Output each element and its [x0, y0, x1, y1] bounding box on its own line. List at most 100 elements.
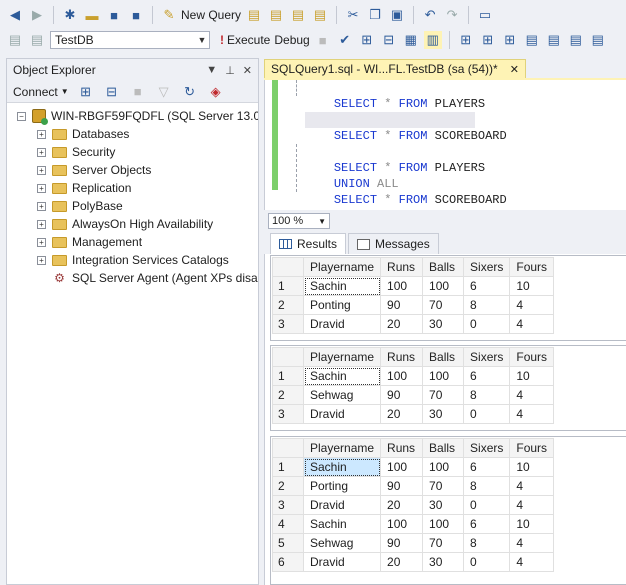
stop-icon[interactable]: ■ — [314, 31, 332, 49]
query-options-icon[interactable]: ⊞ — [501, 31, 519, 49]
query-options-icon[interactable]: ⊞ — [479, 31, 497, 49]
tree-node-management[interactable]: + Management — [7, 233, 258, 251]
tab-results[interactable]: Results — [270, 233, 347, 254]
parse-icon[interactable]: ✔ — [336, 31, 354, 49]
column-header[interactable]: Runs — [380, 257, 424, 277]
save-all-icon[interactable]: ■ — [127, 6, 145, 24]
grid-cell[interactable]: 100 — [380, 514, 424, 534]
dropdown-icon[interactable]: ▼ — [206, 64, 217, 77]
row-number[interactable]: 3 — [272, 495, 304, 515]
column-header[interactable]: Playername — [302, 347, 382, 367]
window-icon[interactable]: ▭ — [476, 6, 494, 24]
grid-cell[interactable]: Sehwag — [302, 385, 382, 405]
expand-icon[interactable]: + — [37, 165, 46, 175]
grid-cell[interactable]: 100 — [422, 276, 465, 296]
row-number[interactable]: 6 — [272, 552, 304, 572]
grid-cell[interactable]: 90 — [380, 385, 424, 405]
grid-cell[interactable]: 4 — [509, 495, 555, 515]
grid-cell[interactable]: Dravid — [302, 552, 382, 572]
activity-monitor-icon[interactable]: ◈ — [207, 83, 225, 101]
grid-cell[interactable]: 6 — [463, 276, 511, 296]
result-grid[interactable]: Playername Runs Balls Sixers Fours 1 Sac… — [272, 347, 555, 424]
grid-cell[interactable]: 0 — [463, 314, 511, 334]
column-header[interactable]: Balls — [422, 347, 465, 367]
plan-icon[interactable]: ⊞ — [358, 31, 376, 49]
grid-cell[interactable]: 20 — [380, 314, 424, 334]
tab-messages[interactable]: Messages — [348, 233, 439, 254]
table-row[interactable]: 2 Sehwag 90 70 8 4 — [272, 385, 555, 405]
row-number[interactable]: 1 — [272, 366, 304, 386]
grid-cell[interactable]: Sachin — [302, 514, 382, 534]
results-grid-icon[interactable]: ▥ — [423, 31, 442, 49]
grid-cell-selected[interactable]: Sachin — [302, 457, 382, 477]
table-row[interactable]: 3 Dravid 20 30 0 4 — [272, 404, 555, 424]
debug-button[interactable]: Debug — [274, 33, 309, 47]
row-number[interactable]: 2 — [272, 295, 304, 315]
column-header[interactable]: Sixers — [463, 347, 511, 367]
grid-cell[interactable]: 8 — [463, 476, 511, 496]
database-select[interactable]: TestDB ▼ — [50, 31, 210, 49]
grid-cell[interactable]: 90 — [380, 295, 424, 315]
copy-icon[interactable]: ❐ — [366, 6, 384, 24]
grid-cell[interactable]: 10 — [509, 366, 555, 386]
grid-cell[interactable]: Porting — [302, 476, 382, 496]
grid-cell[interactable]: 100 — [380, 276, 424, 296]
query-icon[interactable]: ▤ — [289, 6, 307, 24]
row-number[interactable]: 1 — [272, 457, 304, 477]
grid-cell[interactable]: 4 — [509, 476, 555, 496]
grid-cell[interactable]: 0 — [463, 495, 511, 515]
grid-cell[interactable]: 100 — [380, 366, 424, 386]
table-row[interactable]: 3 Dravid 20 30 0 4 — [272, 314, 555, 334]
grid-cell[interactable]: Ponting — [302, 295, 382, 315]
grid-cell[interactable]: 90 — [380, 533, 424, 553]
connect-button[interactable]: Connect ▼ — [13, 85, 69, 99]
query-icon[interactable]: ▤ — [311, 6, 329, 24]
column-header[interactable]: Balls — [422, 257, 465, 277]
grid-cell[interactable]: Sehwag — [302, 533, 382, 553]
grid-cell[interactable]: Sachin — [302, 276, 382, 296]
grid-cell[interactable]: 30 — [422, 404, 465, 424]
execute-button[interactable]: ! Execute — [220, 33, 270, 47]
grid-cell[interactable]: 70 — [422, 533, 465, 553]
column-header[interactable]: Runs — [380, 438, 424, 458]
column-header[interactable]: Fours — [509, 257, 555, 277]
redo-icon[interactable]: ↷ — [443, 6, 461, 24]
column-header[interactable]: Playername — [302, 257, 382, 277]
comment-icon[interactable]: ▤ — [523, 31, 541, 49]
grid-cell[interactable]: Sachin — [302, 366, 382, 386]
expand-icon[interactable]: + — [37, 219, 46, 229]
grid-cell[interactable]: 90 — [380, 476, 424, 496]
grid-cell[interactable]: 0 — [463, 404, 511, 424]
row-number[interactable]: 5 — [272, 533, 304, 553]
filter-icon[interactable]: ▽ — [155, 83, 173, 101]
column-header[interactable]: Fours — [509, 438, 555, 458]
grid-cell[interactable]: 8 — [463, 385, 511, 405]
grid-cell[interactable]: 4 — [509, 314, 555, 334]
result-grid[interactable]: Playername Runs Balls Sixers Fours 1 Sac… — [272, 438, 555, 572]
grid-cell[interactable]: Dravid — [302, 404, 382, 424]
results-to-icon[interactable]: ▦ — [402, 31, 420, 49]
grid-cell[interactable]: 100 — [422, 366, 465, 386]
column-header[interactable]: Balls — [422, 438, 465, 458]
row-number[interactable]: 2 — [272, 476, 304, 496]
grid-cell[interactable]: 4 — [509, 404, 555, 424]
grid-cell[interactable]: 8 — [463, 533, 511, 553]
row-number[interactable]: 2 — [272, 385, 304, 405]
outdent-icon[interactable]: ▤ — [589, 31, 607, 49]
expand-icon[interactable]: + — [37, 255, 46, 265]
grid-cell[interactable]: 100 — [380, 457, 424, 477]
forward-icon[interactable]: ▶ — [28, 6, 46, 24]
cut-icon[interactable]: ✂ — [344, 6, 362, 24]
expand-icon[interactable]: + — [37, 129, 46, 139]
grid-cell[interactable]: 70 — [422, 385, 465, 405]
row-number[interactable]: 3 — [272, 314, 304, 334]
expand-icon[interactable]: + — [37, 147, 46, 157]
tree-node-alwayson[interactable]: + AlwaysOn High Availability — [7, 215, 258, 233]
column-header[interactable]: Fours — [509, 347, 555, 367]
plan-icon[interactable]: ⊟ — [380, 31, 398, 49]
grid-cell[interactable]: Dravid — [302, 495, 382, 515]
expand-icon[interactable]: + — [37, 201, 46, 211]
stop-icon[interactable]: ■ — [129, 83, 147, 101]
grid-cell[interactable]: 100 — [422, 457, 465, 477]
zoom-select[interactable]: 100 % ▼ — [268, 213, 330, 229]
